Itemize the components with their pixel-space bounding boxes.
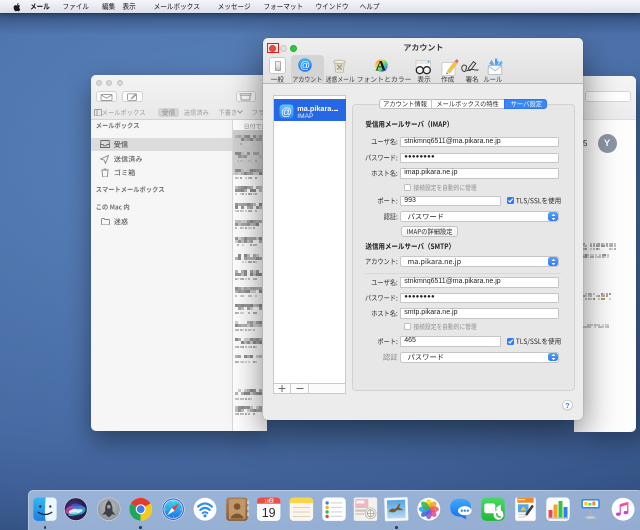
svg-text:10: 10: [264, 499, 269, 504]
svg-text:19: 19: [262, 506, 276, 520]
